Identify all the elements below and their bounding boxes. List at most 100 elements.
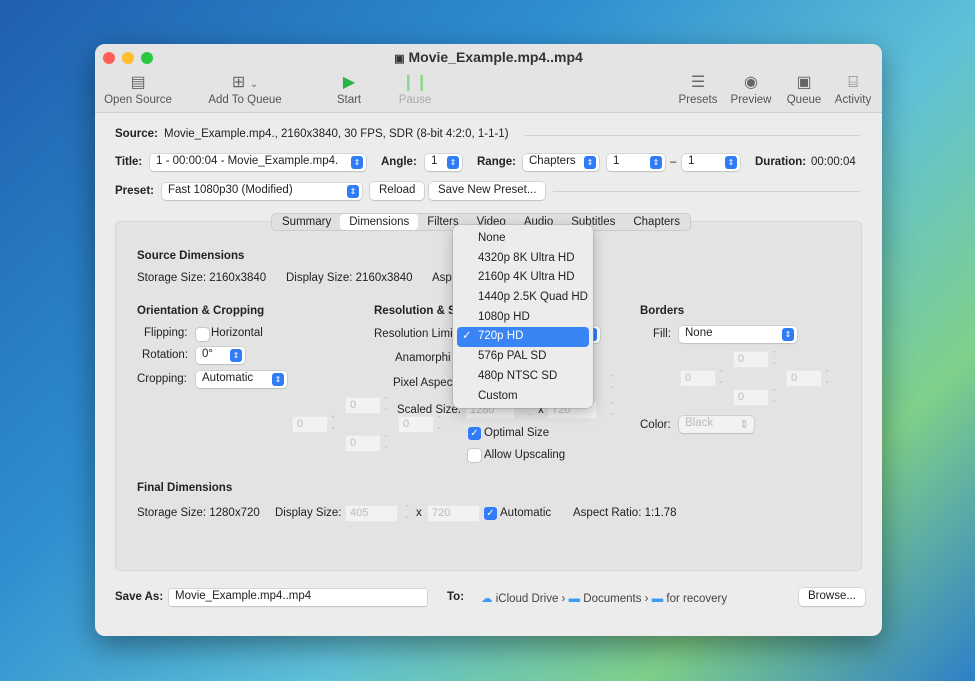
range-separator: –	[670, 156, 677, 168]
menu-item-label: 720p HD	[478, 330, 524, 343]
automatic-label: Automatic	[500, 507, 552, 519]
menu-item[interactable]: 1080p HD	[457, 308, 589, 328]
fill-select[interactable]: None ⇕	[679, 326, 797, 343]
menu-item[interactable]: 480p NTSC SD	[457, 367, 589, 387]
border-left-stepper[interactable]: ⌃ ⌄	[716, 370, 726, 387]
border-right-field[interactable]: 0	[786, 370, 822, 387]
range-end-select[interactable]: 1 ⇕	[682, 154, 740, 171]
to-label: To:	[447, 591, 465, 603]
crop-left-stepper[interactable]: ⌃ ⌄	[328, 416, 338, 433]
chevron-updown-icon: ⇕	[230, 349, 242, 362]
preview-button[interactable]: ◉ Preview	[729, 72, 773, 106]
chevron-updown-icon: ⇕	[351, 156, 363, 169]
final-storage-size: Storage Size: 1280x720	[137, 507, 260, 519]
anamorphic-label: Anamorphi	[395, 352, 451, 364]
scaled-height-stepper[interactable]: ⌃ ⌄	[607, 402, 617, 419]
divider	[525, 135, 860, 136]
range-type-select[interactable]: Chapters ⇕	[523, 154, 599, 171]
tab-summary[interactable]: Summary	[273, 214, 340, 230]
save-new-preset-button[interactable]: Save New Preset...	[429, 182, 546, 200]
tab-dimensions[interactable]: Dimensions	[340, 214, 419, 230]
crop-bottom-stepper[interactable]: ⌃ ⌄	[381, 435, 391, 452]
start-button[interactable]: ▶ Start	[327, 72, 371, 106]
chevron-updown-icon: ⇕	[739, 419, 749, 431]
border-bottom-field[interactable]: 0	[733, 389, 769, 406]
rotation-value: 0°	[202, 348, 213, 360]
duration-label: Duration:	[755, 156, 807, 168]
pause-label: Pause	[398, 94, 432, 106]
display-width-stepper[interactable]: ⌃ ⌄	[402, 505, 412, 522]
chevron-updown-icon: ⇕	[584, 156, 596, 169]
display-height-field[interactable]: 720	[427, 505, 480, 522]
angle-select[interactable]: 1 ⇕	[425, 154, 462, 171]
cropping-label: Cropping:	[137, 373, 187, 385]
border-top-field[interactable]: 0	[733, 351, 769, 368]
menu-item[interactable]: 576p PAL SD	[457, 347, 589, 367]
open-source-button[interactable]: ▤ Open Source	[103, 72, 173, 106]
pixel-aspect-stepper[interactable]: ⌃ ⌄	[607, 375, 617, 392]
crop-top-field[interactable]: 0	[345, 397, 381, 414]
source-storage-size: Storage Size: 2160x3840	[137, 272, 267, 284]
path-for-recovery[interactable]: for recovery	[666, 593, 727, 605]
queue-button[interactable]: ▣ Queue	[785, 72, 823, 106]
eye-icon: ◉	[744, 74, 758, 91]
preset-label: Preset:	[115, 185, 154, 197]
menu-item-selected[interactable]: ✓ 720p HD	[457, 327, 589, 348]
menu-item[interactable]: 4320p 8K Ultra HD	[457, 249, 589, 269]
window-title: ▣ Movie_Example.mp4..mp4	[95, 49, 882, 65]
chevron-down-icon[interactable]: ⌄	[250, 79, 258, 90]
chevron-updown-icon: ⇕	[782, 328, 794, 341]
crop-top-stepper[interactable]: ⌃ ⌄	[381, 397, 391, 414]
crop-left-field[interactable]: 0	[292, 416, 328, 433]
menu-item[interactable]: None	[457, 229, 589, 249]
preset-select[interactable]: Fast 1080p30 (Modified) ⇕	[162, 183, 362, 200]
preview-label: Preview	[730, 94, 772, 106]
allow-upscaling-checkbox[interactable]	[468, 449, 481, 462]
destination-path[interactable]: ☁ iCloud Drive › ▬ Documents › ▬ for rec…	[481, 591, 727, 605]
divider	[553, 191, 860, 192]
chevron-updown-icon: ⇕	[347, 185, 359, 198]
menu-item[interactable]: Custom	[457, 387, 589, 407]
border-bottom-stepper[interactable]: ⌃ ⌄	[769, 389, 779, 406]
border-right-stepper[interactable]: ⌃ ⌄	[822, 370, 832, 387]
cropping-value: Automatic	[202, 372, 254, 384]
save-as-label: Save As:	[115, 591, 164, 603]
path-icloud[interactable]: iCloud Drive	[496, 593, 559, 605]
border-top-stepper[interactable]: ⌃ ⌄	[769, 351, 779, 368]
display-width-field[interactable]: 405	[345, 505, 398, 522]
crop-right-stepper[interactable]: ⌃ ⌄	[434, 416, 444, 433]
border-left-field[interactable]: 0	[680, 370, 716, 387]
save-as-field[interactable]: Movie_Example.mp4..mp4	[169, 589, 427, 606]
reload-button[interactable]: Reload	[370, 182, 425, 200]
start-label: Start	[336, 94, 362, 106]
title-select[interactable]: 1 - 00:00:04 - Movie_Example.mp4. ⇕	[150, 154, 366, 171]
source-dimensions-heading: Source Dimensions	[137, 250, 245, 262]
menu-item[interactable]: 2160p 4K Ultra HD	[457, 268, 589, 288]
pause-icon: ❙❙	[401, 74, 429, 91]
crop-right-field[interactable]: 0	[398, 416, 434, 433]
source-display-size: Display Size: 2160x3840	[286, 272, 413, 284]
add-to-queue-button[interactable]: ⊞ ⌄ Add To Queue	[205, 72, 285, 106]
chevron-updown-icon: ⇕	[650, 156, 662, 169]
path-documents[interactable]: Documents	[583, 593, 641, 605]
color-select[interactable]: Black ⇕	[679, 416, 754, 433]
range-end-value: 1	[688, 155, 695, 167]
pause-button[interactable]: ❙❙ Pause	[395, 72, 435, 106]
range-start-select[interactable]: 1 ⇕	[607, 154, 665, 171]
automatic-checkbox[interactable]: ✓	[484, 507, 497, 520]
menu-item[interactable]: 1440p 2.5K Quad HD	[457, 288, 589, 308]
queue-label: Queue	[786, 94, 822, 106]
optimal-size-label: Optimal Size	[484, 427, 550, 439]
rotation-select[interactable]: 0° ⇕	[196, 347, 245, 364]
presets-button[interactable]: ☰ Presets	[677, 72, 719, 106]
optimal-size-checkbox[interactable]: ✓	[468, 427, 481, 440]
browse-button[interactable]: Browse...	[799, 588, 865, 606]
crop-bottom-field[interactable]: 0	[345, 435, 381, 452]
angle-value: 1	[431, 155, 438, 167]
cropping-select[interactable]: Automatic ⇕	[196, 371, 287, 388]
horizontal-checkbox[interactable]	[196, 328, 209, 341]
tab-chapters[interactable]: Chapters	[624, 214, 689, 230]
activity-button[interactable]: ⌸ Activity	[831, 72, 875, 106]
document-icon: ▣	[394, 53, 405, 65]
preset-value: Fast 1080p30 (Modified)	[168, 184, 293, 196]
